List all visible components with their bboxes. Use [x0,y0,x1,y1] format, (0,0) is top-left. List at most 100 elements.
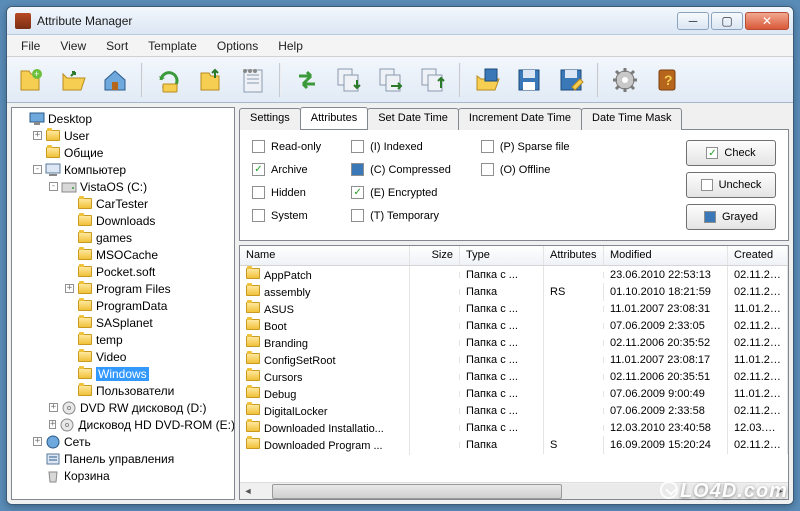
grayed-button[interactable]: Grayed [686,204,776,230]
attr-checkbox[interactable]: (C) Compressed [351,163,451,176]
tree-node[interactable]: Pocket.soft [12,263,234,280]
file-row[interactable]: CursorsПапка с ...02.11.2006 20:35:5102.… [240,368,788,385]
tree-node[interactable]: Downloads [12,212,234,229]
tree-expand-icon[interactable]: - [49,182,58,191]
tool-copy-down-icon[interactable] [331,62,367,98]
tree-node[interactable]: games [12,229,234,246]
tool-swap-icon[interactable] [289,62,325,98]
tree-label: ProgramData [96,299,167,313]
window-title: Attribute Manager [37,14,677,28]
tree-node[interactable]: SASplanet [12,314,234,331]
tab-settings[interactable]: Settings [239,108,301,130]
uncheck-button[interactable]: Uncheck [686,172,776,198]
tree-node[interactable]: Video [12,348,234,365]
tree-node[interactable]: +Сеть [12,433,234,450]
file-row[interactable]: Downloaded Program ...ПапкаS16.09.2009 1… [240,436,788,453]
tree-expand-icon[interactable]: + [49,403,58,412]
tree-node[interactable]: Desktop [12,110,234,127]
checkbox-label: (P) Sparse file [500,141,570,153]
file-row[interactable]: DigitalLockerПапка с ...07.06.2009 2:33:… [240,402,788,419]
tab-attributes[interactable]: Attributes [300,107,368,129]
col-created[interactable]: Created [728,246,788,265]
attr-checkbox[interactable]: Read-only [252,140,321,153]
tree-expand-icon[interactable]: - [33,165,42,174]
menu-options[interactable]: Options [207,37,268,55]
file-row[interactable]: BrandingПапка с ...02.11.2006 20:35:5202… [240,334,788,351]
check-button[interactable]: ✓Check [686,140,776,166]
col-modified[interactable]: Modified [604,246,728,265]
tree-node[interactable]: temp [12,331,234,348]
close-button[interactable]: ✕ [745,12,789,30]
folder-icon [246,438,260,449]
tree-node[interactable]: Windows [12,365,234,382]
tool-open-icon[interactable] [55,62,91,98]
minimize-button[interactable]: ─ [677,12,709,30]
file-row[interactable]: DebugПапка с ...07.06.2009 9:00:4911.01.… [240,385,788,402]
tool-folder-up-icon[interactable] [193,62,229,98]
tree-expand-icon[interactable]: + [33,131,42,140]
col-size[interactable]: Size [410,246,460,265]
tool-settings-icon[interactable] [607,62,643,98]
tree-expand-icon[interactable]: + [65,284,74,293]
attr-col-2: (I) Indexed(C) Compressed✓(E) Encrypted(… [351,140,451,230]
menu-help[interactable]: Help [268,37,313,55]
tree-node[interactable]: +Program Files [12,280,234,297]
tree-node[interactable]: Корзина [12,467,234,484]
attr-checkbox[interactable]: System [252,209,321,222]
maximize-button[interactable]: ▢ [711,12,743,30]
tree-node[interactable]: -Компьютер [12,161,234,178]
tab-date-time-mask[interactable]: Date Time Mask [581,108,682,130]
tool-copy-next-icon[interactable] [373,62,409,98]
file-row[interactable]: BootПапка с ...07.06.2009 2:33:0502.11.2… [240,317,788,334]
attr-checkbox[interactable]: (O) Offline [481,163,570,176]
menu-template[interactable]: Template [138,37,207,55]
tool-new-icon[interactable]: + [13,62,49,98]
tree-node[interactable]: +User [12,127,234,144]
tool-copy-up-icon[interactable] [415,62,451,98]
file-row[interactable]: AppPatchПапка с ...23.06.2010 22:53:1302… [240,266,788,283]
checkbox-label: (E) Encrypted [370,187,437,199]
tool-save-as-icon[interactable] [553,62,589,98]
attr-checkbox[interactable]: ✓(E) Encrypted [351,186,451,199]
file-row[interactable]: ConfigSetRootПапка с ...11.01.2007 23:08… [240,351,788,368]
tree-node[interactable]: Общие [12,144,234,161]
tool-open-template-icon[interactable] [469,62,505,98]
tool-save-template-icon[interactable] [511,62,547,98]
scroll-thumb[interactable] [272,484,562,499]
menu-view[interactable]: View [50,37,96,55]
tree-node[interactable]: Панель управления [12,450,234,467]
tree-node[interactable]: +DVD RW дисковод (D:) [12,399,234,416]
tab-increment-date-time[interactable]: Increment Date Time [458,108,582,130]
attr-checkbox[interactable]: (I) Indexed [351,140,451,153]
scroll-left-icon[interactable]: ◄ [240,484,256,499]
tool-home-icon[interactable] [97,62,133,98]
file-row[interactable]: assemblyПапкаRS01.10.2010 18:21:5902.11.… [240,283,788,300]
tree-node[interactable]: ProgramData [12,297,234,314]
menu-sort[interactable]: Sort [96,37,138,55]
menu-file[interactable]: File [11,37,50,55]
tree-node[interactable]: MSOCache [12,246,234,263]
attr-checkbox[interactable]: ✓Archive [252,163,321,176]
col-name[interactable]: Name [240,246,410,265]
attr-checkbox[interactable]: (T) Temporary [351,209,451,222]
folder-icon [246,336,260,347]
file-row[interactable]: Downloaded Installatio...Папка с ...12.0… [240,419,788,436]
tree-node[interactable]: -VistaOS (C:) [12,178,234,195]
folder-tree[interactable]: Desktop+UserОбщие-Компьютер-VistaOS (C:)… [11,107,235,500]
tree-node[interactable]: Пользователи [12,382,234,399]
tree-expand-icon[interactable]: + [33,437,42,446]
file-list: Name Size Type Attributes Modified Creat… [239,245,789,500]
tool-notes-icon[interactable] [235,62,271,98]
file-list-body[interactable]: AppPatchПапка с ...23.06.2010 22:53:1302… [240,266,788,482]
tab-set-date-time[interactable]: Set Date Time [367,108,459,130]
tree-node[interactable]: CarTester [12,195,234,212]
tree-node[interactable]: +Дисковод HD DVD-ROM (E:) [12,416,234,433]
col-attributes[interactable]: Attributes [544,246,604,265]
tree-expand-icon[interactable]: + [49,420,56,429]
attr-checkbox[interactable]: Hidden [252,186,321,199]
tool-refresh-icon[interactable] [151,62,187,98]
file-row[interactable]: ASUSПапка с ...11.01.2007 23:08:3111.01.… [240,300,788,317]
tool-help-icon[interactable]: ? [649,62,685,98]
col-type[interactable]: Type [460,246,544,265]
attr-checkbox[interactable]: (P) Sparse file [481,140,570,153]
